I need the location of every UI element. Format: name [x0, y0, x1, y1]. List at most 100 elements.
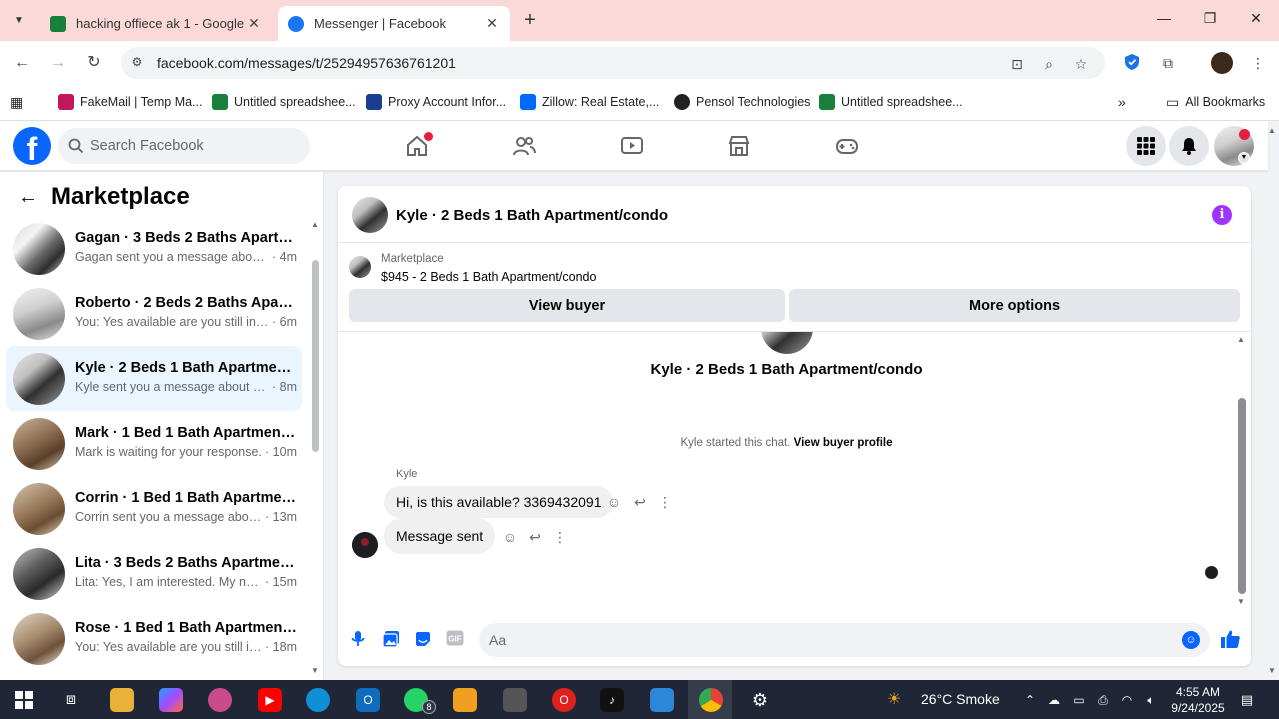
bookmark-pensol[interactable]: Pensol Technologies	[674, 93, 810, 111]
reload-icon[interactable]: ↻	[84, 53, 104, 73]
edge-icon[interactable]	[306, 688, 330, 712]
battery-icon[interactable]: ▭	[1070, 691, 1088, 709]
info-icon[interactable]: i	[1212, 205, 1232, 225]
tiktok-icon[interactable]: ♪	[600, 688, 624, 712]
tab-close-icon[interactable]: ✕	[484, 15, 500, 32]
chat-scroll-down-icon[interactable]: ▼	[1237, 597, 1245, 606]
sidebar-scroll-up-icon[interactable]: ▲	[311, 220, 319, 229]
chat-avatar[interactable]	[352, 197, 388, 233]
forward-arrow-icon[interactable]: →	[48, 53, 68, 73]
system-clock[interactable]: 4:55 AM 9/24/2025	[1170, 684, 1226, 716]
zoom-icon[interactable]: ⌕	[1040, 55, 1058, 73]
conversation-corrin[interactable]: Corrin · 1 Bed 1 Bath Apartment... Corri…	[6, 476, 302, 541]
facebook-search[interactable]	[58, 128, 310, 164]
show-hidden-icons-chevron-icon[interactable]: ⌃	[1021, 691, 1039, 709]
view-buyer-profile-link[interactable]: View buyer profile	[794, 437, 893, 449]
conversation-kyle[interactable]: Kyle · 2 Beds 1 Bath Apartment/... Kyle …	[6, 346, 302, 411]
back-arrow-icon[interactable]: ←	[12, 53, 32, 73]
conversation-gagan[interactable]: Gagan · 3 Beds 2 Baths Apartme... Gagan …	[6, 216, 302, 281]
reply-icon[interactable]: ↩	[526, 528, 544, 546]
cloud-icon[interactable]: ☁	[1045, 691, 1063, 709]
app-icon[interactable]	[208, 688, 232, 712]
message-input[interactable]	[489, 623, 1149, 657]
microphone-icon[interactable]	[348, 630, 368, 650]
thumbs-up-icon[interactable]	[1218, 628, 1242, 652]
react-emoji-icon[interactable]: ☺	[501, 528, 519, 546]
tab-messenger[interactable]: Messenger | Facebook ✕	[278, 6, 510, 41]
sidebar-scroll-down-icon[interactable]: ▼	[311, 666, 319, 675]
tab-search-chevron-icon[interactable]: ▼	[8, 9, 30, 31]
bookmark-proxy-account[interactable]: Proxy Account Infor...	[366, 93, 506, 111]
chat-title[interactable]: Kyle · 2 Beds 1 Bath Apartment/condo	[396, 207, 668, 224]
close-window-icon[interactable]: ✕	[1246, 10, 1266, 27]
chrome-menu-icon[interactable]: ⋮	[1248, 53, 1268, 73]
view-buyer-button[interactable]: View buyer	[349, 289, 785, 322]
conversation-lita[interactable]: Lita · 3 Beds 2 Baths Apartment... Lita:…	[6, 541, 302, 606]
sticker-icon[interactable]	[413, 630, 433, 650]
weather-text[interactable]: 26°C Smoke	[921, 691, 1000, 707]
message-bubble[interactable]: Message sent	[384, 518, 496, 554]
tab-close-icon[interactable]: ✕	[246, 15, 262, 32]
notification-center-icon[interactable]: ▤	[1238, 691, 1256, 709]
file-explorer-icon[interactable]	[110, 688, 134, 712]
youtube-icon[interactable]: ▶	[258, 688, 282, 712]
page-scroll-down-icon[interactable]: ▼	[1268, 666, 1276, 675]
gif-icon[interactable]: GIF	[445, 630, 465, 650]
windows-start-icon[interactable]	[12, 688, 36, 712]
address-bar[interactable]: ⚙ facebook.com/messages/t/25294957636761…	[121, 47, 1105, 79]
medal-app-icon[interactable]	[453, 688, 477, 712]
network-device-icon[interactable]: ⎙	[1094, 691, 1112, 709]
photo-icon[interactable]	[381, 630, 401, 650]
outlook-icon[interactable]: O	[356, 688, 380, 712]
react-emoji-icon[interactable]: ☺	[605, 493, 623, 511]
chat-scrollbar[interactable]	[1238, 398, 1246, 594]
copilot-icon[interactable]	[159, 688, 183, 712]
bookmark-zillow[interactable]: Zillow: Real Estate,...	[520, 93, 659, 111]
account-chevron-icon[interactable]: ▼	[1238, 152, 1250, 164]
more-actions-icon[interactable]: ⋮	[656, 493, 674, 511]
app-icon[interactable]	[503, 688, 527, 712]
nav-home[interactable]	[402, 131, 433, 161]
conversation-roberto[interactable]: Roberto · 2 Beds 2 Baths Apart... You: Y…	[6, 281, 302, 346]
microsoft-store-icon[interactable]	[650, 688, 674, 712]
nav-marketplace[interactable]	[724, 131, 754, 161]
message-input-wrapper[interactable]: ☺	[479, 623, 1210, 657]
task-view-icon[interactable]: ⧈	[59, 688, 83, 712]
listing-title[interactable]: $945 - 2 Beds 1 Bath Apartment/condo	[381, 270, 596, 284]
site-info-icon[interactable]: ⚙	[129, 55, 145, 71]
notifications-button[interactable]	[1169, 126, 1209, 166]
page-scroll-up-icon[interactable]: ▲	[1268, 126, 1276, 135]
shield-extension-icon[interactable]	[1122, 53, 1142, 73]
nav-video[interactable]	[617, 131, 647, 161]
all-bookmarks[interactable]: ▭ All Bookmarks	[1166, 93, 1265, 111]
more-bookmarks-chevron-icon[interactable]: »	[1118, 93, 1126, 111]
wifi-icon[interactable]: ◠	[1118, 691, 1136, 709]
profile-avatar-icon[interactable]	[1211, 52, 1233, 74]
chrome-icon[interactable]	[699, 688, 723, 712]
nav-friends[interactable]	[509, 131, 539, 161]
emoji-icon[interactable]: ☺	[1182, 631, 1200, 649]
sidebar-scrollbar[interactable]	[312, 260, 319, 452]
back-arrow-icon[interactable]: ←	[16, 185, 40, 209]
bookmark-star-icon[interactable]: ☆	[1072, 55, 1090, 73]
install-app-icon[interactable]: ⊡	[1008, 55, 1026, 73]
opera-icon[interactable]: O	[552, 688, 576, 712]
bookmark-fakemail[interactable]: FakeMail | Temp Ma...	[58, 93, 203, 111]
tab-google-sheets[interactable]: hacking offiece ak 1 - Google Sh ✕	[40, 6, 272, 41]
more-options-button[interactable]: More options	[789, 289, 1240, 322]
settings-gear-icon[interactable]: ⚙	[748, 688, 772, 712]
restore-icon[interactable]: ❐	[1200, 10, 1220, 27]
new-tab-plus-icon[interactable]: +	[520, 10, 540, 30]
bookmark-untitled-spreadsheet-2[interactable]: Untitled spreadshee...	[819, 93, 963, 111]
url-text[interactable]: facebook.com/messages/t/2529495763676120…	[157, 55, 456, 71]
conversation-rose[interactable]: Rose · 1 Bed 1 Bath Apartment/c... You: …	[6, 606, 302, 671]
message-bubble[interactable]: Hi, is this available? 3369432091	[384, 486, 614, 518]
bookmark-untitled-spreadsheet-1[interactable]: Untitled spreadshee...	[212, 93, 356, 111]
minimize-icon[interactable]: —	[1154, 10, 1174, 26]
extensions-puzzle-icon[interactable]: ⧉	[1158, 53, 1178, 73]
apps-grid-icon[interactable]: ▦	[10, 93, 23, 111]
nav-gaming[interactable]	[832, 131, 862, 161]
facebook-logo-icon[interactable]: f	[13, 127, 51, 165]
reply-icon[interactable]: ↩	[631, 493, 649, 511]
volume-icon[interactable]: 🔈︎	[1142, 691, 1160, 709]
